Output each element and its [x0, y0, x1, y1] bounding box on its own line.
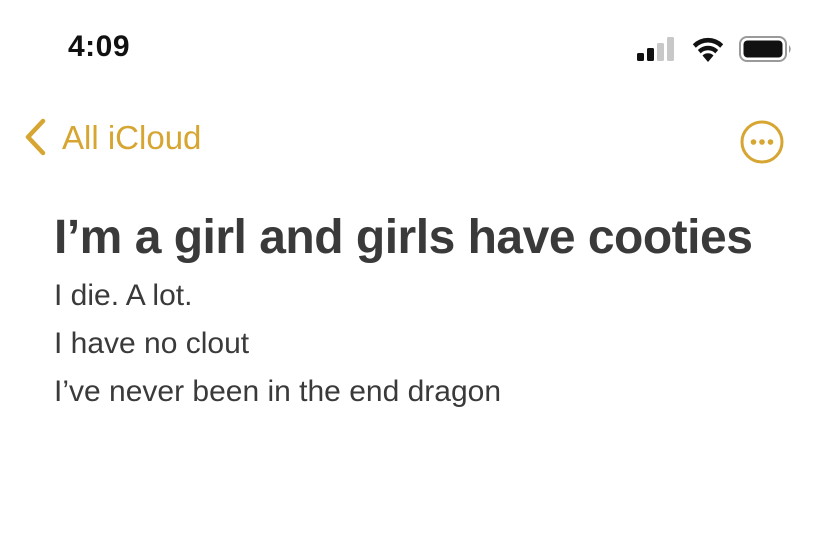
status-icons — [637, 34, 793, 64]
back-button[interactable]: All iCloud — [24, 118, 201, 156]
note-line: I have no clout — [54, 327, 250, 360]
battery-icon — [739, 36, 791, 62]
chevron-left-icon — [25, 118, 46, 156]
more-options-button[interactable] — [740, 120, 784, 164]
note-title: I’m a girl and girls have cooties — [54, 211, 753, 264]
wifi-icon — [692, 37, 724, 62]
note-body[interactable]: I’m a girl and girls have cooties I die.… — [54, 204, 794, 416]
ellipsis-circle-icon — [740, 120, 784, 164]
status-time: 4:09 — [68, 30, 131, 63]
note-line: I’ve never been in the end dragon — [54, 375, 501, 408]
note-line: I die. A lot. — [54, 279, 193, 312]
cellular-signal-icon — [637, 37, 674, 61]
back-button-label: All iCloud — [62, 118, 202, 156]
